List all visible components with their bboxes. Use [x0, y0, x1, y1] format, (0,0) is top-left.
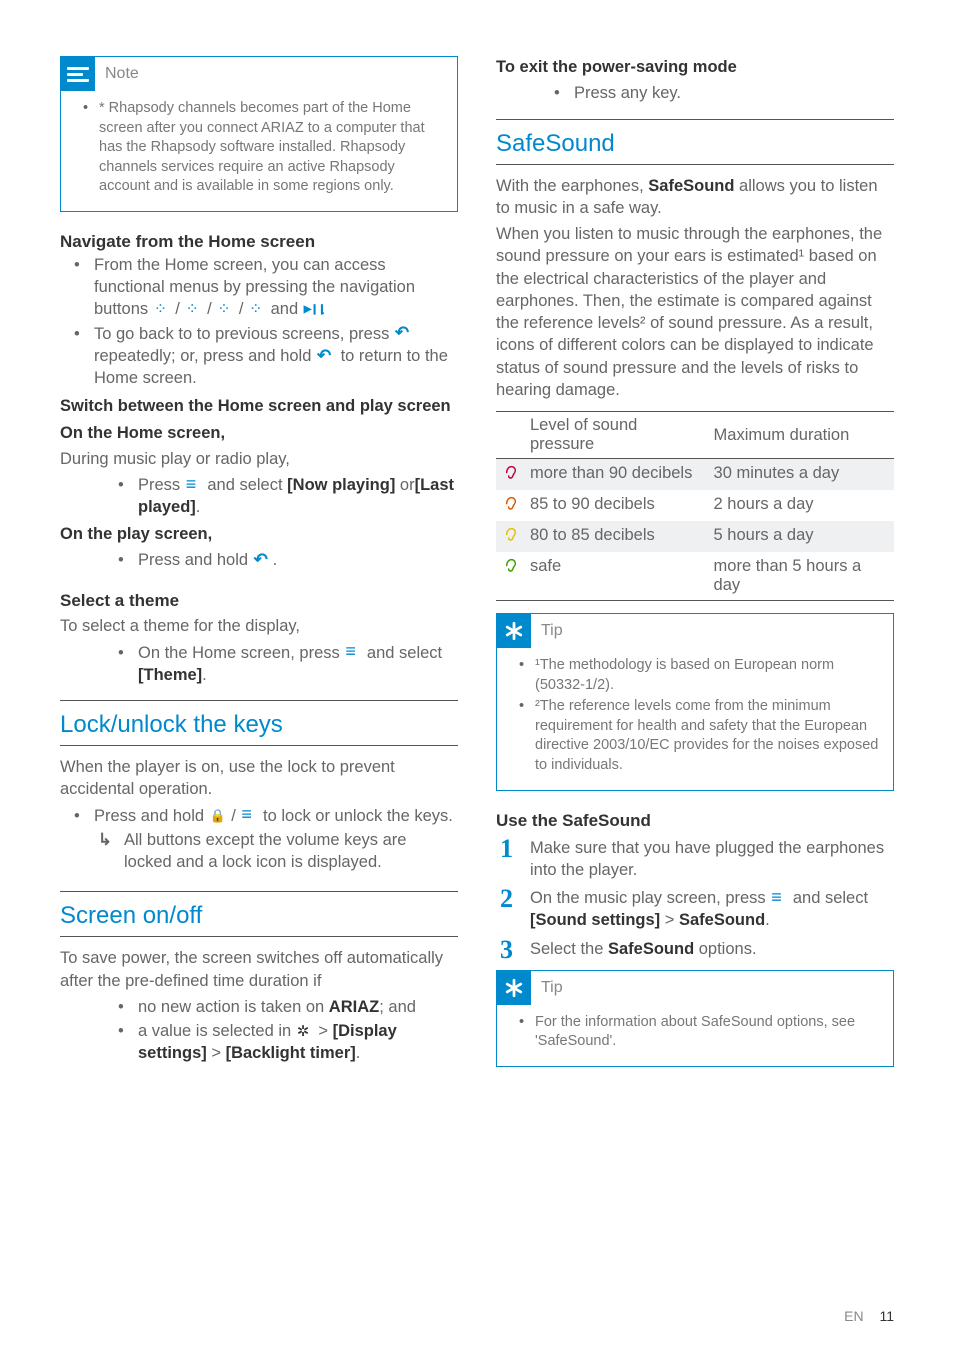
page-footer: EN 11 — [844, 1308, 894, 1324]
use-step-1: 1Make sure that you have plugged the ear… — [530, 837, 894, 882]
safesound-p2: When you listen to music through the ear… — [496, 223, 894, 401]
exit-bullet: Press any key. — [574, 82, 894, 104]
gear-icon — [297, 1026, 313, 1038]
dpad-icon — [185, 304, 201, 316]
ear-icon — [502, 464, 518, 480]
theme-lead: To select a theme for the display, — [60, 615, 458, 637]
lock-arrow-result: All buttons except the volume keys are l… — [60, 829, 458, 874]
menu-icon — [345, 647, 361, 659]
menu-icon — [771, 893, 787, 905]
tip1-item-2: ²The reference levels come from the mini… — [535, 697, 881, 775]
safesound-p1: With the earphones, SafeSound allows you… — [496, 175, 894, 220]
back-icon — [317, 351, 335, 363]
use-step-2: 2 On the music play screen, press and se… — [530, 887, 894, 932]
lock-lead: When the player is on, use the lock to p… — [60, 756, 458, 801]
safesound-title: SafeSound — [496, 119, 894, 158]
back-icon — [395, 328, 413, 340]
table-h1: Level of sound pressure — [524, 412, 708, 459]
tip1-item-1: ¹The methodology is based on European no… — [535, 656, 881, 695]
ear-icon — [502, 557, 518, 573]
exit-heading: To exit the power-saving mode — [496, 56, 894, 78]
table-row: safemore than 5 hours a day — [496, 552, 894, 601]
ear-icon — [502, 495, 518, 511]
theme-sub-bullet: On the Home screen, press and select [Th… — [138, 642, 458, 687]
nav-heading: Navigate from the Home screen — [60, 232, 458, 252]
screen-cond-1: no new action is taken on ARIAZ; and — [138, 996, 458, 1018]
nav-bullet-2: To go back to to previous screens, press… — [94, 323, 458, 390]
lock-bullet: Press and hold / to lock or unlock the k… — [94, 805, 458, 827]
tip-box-1: Tip ¹The methodology is based on Europea… — [496, 613, 894, 790]
switch-heading: Switch between the Home screen and play … — [60, 395, 458, 417]
dpad-icon — [217, 304, 233, 316]
screen-cond-2: a value is selected in > [Display settin… — [138, 1020, 458, 1065]
use-safesound-title: Use the SafeSound — [496, 811, 894, 831]
note-icon — [61, 57, 95, 91]
table-cell-duration: 5 hours a day — [708, 521, 894, 552]
table-cell-level: 85 to 90 decibels — [524, 490, 708, 521]
table-cell-level: safe — [524, 552, 708, 601]
tip-label: Tip — [541, 622, 563, 640]
tip2-item-1: For the information about SafeSound opti… — [535, 1013, 881, 1052]
note-label: Note — [105, 65, 139, 83]
tip-icon — [497, 971, 531, 1005]
on-play-label: On the play screen, — [60, 523, 458, 545]
lock-icon — [210, 810, 226, 822]
dpad-icon — [249, 304, 265, 316]
footer-page: 11 — [879, 1308, 894, 1324]
lock-section-title: Lock/unlock the keys — [60, 700, 458, 739]
table-cell-duration: 30 minutes a day — [708, 459, 894, 491]
menu-icon — [241, 810, 257, 822]
table-cell-level: more than 90 decibels — [524, 459, 708, 491]
play-pause-icon — [304, 304, 320, 316]
table-row: more than 90 decibels30 minutes a day — [496, 459, 894, 491]
note-box: Note * Rhapsody channels becomes part of… — [60, 56, 458, 212]
screen-section-title: Screen on/off — [60, 891, 458, 930]
dpad-icon — [154, 304, 170, 316]
menu-icon — [186, 480, 202, 492]
table-row: 80 to 85 decibels5 hours a day — [496, 521, 894, 552]
nav-bullet-1: From the Home screen, you can access fun… — [94, 254, 458, 321]
use-step-3: 3 Select the SafeSound options. — [530, 938, 894, 960]
tip-label: Tip — [541, 979, 563, 997]
play-sub-bullet: Press and hold . — [138, 549, 458, 571]
table-cell-duration: 2 hours a day — [708, 490, 894, 521]
note-item: * Rhapsody channels becomes part of the … — [99, 99, 445, 197]
screen-lead: To save power, the screen switches off a… — [60, 947, 458, 992]
ear-icon — [502, 526, 518, 542]
table-row: 85 to 90 decibels2 hours a day — [496, 490, 894, 521]
on-home-label: On the Home screen, — [60, 422, 458, 444]
back-icon — [254, 555, 272, 567]
theme-heading: Select a theme — [60, 591, 458, 611]
tip-box-2: Tip For the information about SafeSound … — [496, 970, 894, 1067]
safesound-table: Level of sound pressure Maximum duration… — [496, 411, 894, 601]
table-h2: Maximum duration — [708, 412, 894, 459]
home-line: During music play or radio play, — [60, 448, 458, 470]
footer-lang: EN — [844, 1308, 863, 1324]
tip-icon — [497, 614, 531, 648]
table-cell-duration: more than 5 hours a day — [708, 552, 894, 601]
home-sub-bullet: Press and select [Now playing] or[Last p… — [138, 474, 458, 519]
table-cell-level: 80 to 85 decibels — [524, 521, 708, 552]
